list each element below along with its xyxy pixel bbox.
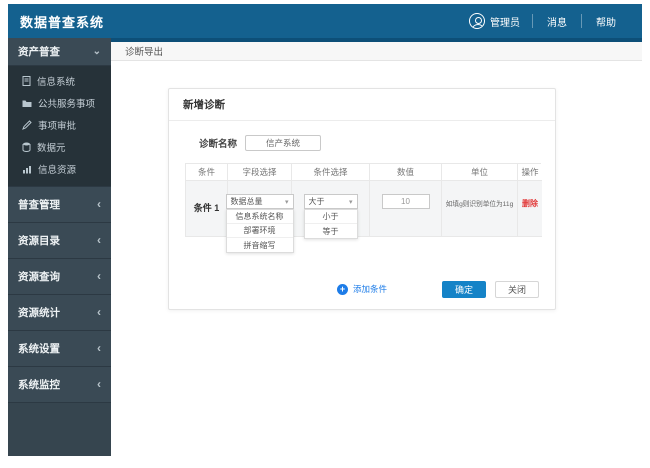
unit-hint-text: 如填g则识别单位为11g bbox=[445, 201, 514, 208]
chevron-left-icon bbox=[97, 378, 101, 391]
dialog-footer: 确定 关闭 bbox=[441, 281, 539, 298]
tab-bar: 诊断导出 bbox=[111, 42, 642, 61]
col-header-action: 操作 bbox=[518, 164, 542, 181]
caret-down-icon bbox=[285, 197, 289, 206]
sidebar-item-label: 公共服务事项 bbox=[38, 99, 96, 110]
chevron-left-icon bbox=[97, 234, 101, 247]
table-row: 条件 1 数据总量 信息系统名称 部署环境 拼音缩写 bbox=[186, 181, 542, 253]
sidebar-section-resource-stats[interactable]: 资源统计 bbox=[8, 295, 111, 331]
sidebar-item-info-system[interactable]: 信息系统 bbox=[8, 70, 111, 92]
user-name-label: 管理员 bbox=[490, 17, 520, 29]
value-input[interactable] bbox=[381, 194, 430, 209]
chevron-left-icon bbox=[97, 198, 101, 211]
condition-option-less-than[interactable]: 小于 bbox=[304, 210, 357, 224]
sidebar-submenu: 信息系统 公共服务事项 事项审批 数据元 信息资源 bbox=[8, 66, 111, 187]
messages-link[interactable]: 消息 bbox=[533, 4, 581, 38]
condition-select-dropdown[interactable]: 大于 bbox=[303, 194, 358, 209]
sidebar-item-data-element[interactable]: 数据元 bbox=[8, 136, 111, 158]
caret-down-icon bbox=[349, 197, 353, 206]
sidebar-section-label: 系统监控 bbox=[18, 379, 60, 391]
main-content: 诊断导出 新增诊断 诊断名称 条件 字段选择 条件选择 数值 单位 操作 bbox=[111, 38, 642, 456]
sidebar-section-label: 普查管理 bbox=[18, 199, 60, 211]
folder-icon bbox=[22, 100, 32, 107]
help-link[interactable]: 帮助 bbox=[582, 4, 630, 38]
header-actions: 管理员 消息 帮助 bbox=[457, 4, 630, 38]
tab-diagnosis-export[interactable]: 诊断导出 bbox=[125, 44, 163, 58]
condition-table: 条件 字段选择 条件选择 数值 单位 操作 条件 1 数据总量 ▾ 信息系统名称… bbox=[185, 163, 542, 253]
sidebar-section-resource-query[interactable]: 资源查询 bbox=[8, 259, 111, 295]
col-header-field-select: 字段选择 bbox=[228, 164, 292, 181]
sidebar-section-label: 资源统计 bbox=[18, 307, 60, 319]
close-button[interactable]: 关闭 bbox=[494, 281, 539, 298]
col-header-condition-select: 条件选择 bbox=[292, 164, 370, 181]
field-select-value: 数据总量 bbox=[230, 197, 263, 206]
edit-icon bbox=[22, 120, 32, 130]
sidebar-item-item-approval[interactable]: 事项审批 bbox=[8, 114, 111, 136]
add-diagnosis-dialog: 新增诊断 诊断名称 条件 字段选择 条件选择 数值 单位 操作 bbox=[168, 88, 556, 310]
sidebar-section-resource-catalog[interactable]: 资源目录 bbox=[8, 223, 111, 259]
col-header-unit: 单位 bbox=[442, 164, 518, 181]
chevron-left-icon bbox=[97, 270, 101, 283]
sidebar-section-label: 资源查询 bbox=[18, 271, 60, 283]
top-header: 数据普查系统 管理员 消息 帮助 bbox=[8, 4, 642, 38]
sidebar-section-label: 资产普查 bbox=[18, 46, 60, 58]
document-icon bbox=[22, 76, 31, 86]
app-title: 数据普查系统 bbox=[20, 14, 105, 30]
table-header-row: 条件 字段选择 条件选择 数值 单位 操作 bbox=[186, 164, 542, 181]
diagnosis-name-label: 诊断名称 bbox=[199, 139, 238, 150]
dialog-title: 新增诊断 bbox=[169, 89, 555, 121]
sidebar-section-census-mgmt[interactable]: 普查管理 bbox=[8, 187, 111, 223]
field-select-options: 信息系统名称 部署环境 拼音缩写 bbox=[225, 209, 294, 253]
database-icon bbox=[22, 142, 31, 152]
chevron-down-icon bbox=[93, 47, 101, 57]
condition-option-equal[interactable]: 等于 bbox=[304, 224, 357, 238]
user-avatar-icon bbox=[469, 13, 485, 29]
field-select-dropdown[interactable]: 数据总量 bbox=[225, 194, 294, 209]
sidebar-item-label: 信息资源 bbox=[38, 165, 77, 176]
sidebar-section-system-settings[interactable]: 系统设置 bbox=[8, 331, 111, 367]
sidebar-section-asset-census[interactable]: 资产普查 bbox=[8, 38, 111, 66]
col-header-value: 数值 bbox=[370, 164, 442, 181]
condition-number-label: 条件 1 bbox=[193, 203, 220, 213]
sidebar-item-public-service[interactable]: 公共服务事项 bbox=[8, 92, 111, 114]
sidebar-item-label: 事项审批 bbox=[38, 121, 77, 132]
field-option-system-name[interactable]: 信息系统名称 bbox=[226, 210, 293, 224]
user-menu[interactable]: 管理员 bbox=[457, 4, 532, 38]
sidebar-item-info-resources[interactable]: 信息资源 bbox=[8, 158, 111, 180]
sidebar-section-label: 资源目录 bbox=[18, 235, 60, 247]
plus-circle-icon: + bbox=[336, 283, 348, 295]
chevron-left-icon bbox=[97, 306, 101, 319]
condition-select-value: 大于 bbox=[308, 197, 325, 206]
app-window: 数据普查系统 管理员 消息 帮助 资产普查 信息系统 bbox=[8, 4, 642, 456]
chevron-left-icon bbox=[97, 342, 101, 355]
sidebar-item-label: 数据元 bbox=[37, 143, 66, 154]
delete-row-button[interactable]: 删除 bbox=[522, 198, 538, 209]
add-condition-button[interactable]: 添加条件 bbox=[353, 283, 387, 295]
col-header-condition: 条件 bbox=[186, 164, 228, 181]
sidebar: 资产普查 信息系统 公共服务事项 事项审批 数据元 bbox=[8, 38, 111, 456]
sidebar-section-label: 系统设置 bbox=[18, 343, 60, 355]
field-option-pinyin-abbr[interactable]: 拼音缩写 bbox=[226, 238, 293, 252]
condition-select-options: 小于 等于 bbox=[303, 209, 358, 239]
chart-icon bbox=[23, 165, 31, 173]
diagnosis-name-input[interactable] bbox=[245, 135, 322, 151]
sidebar-item-label: 信息系统 bbox=[37, 77, 76, 88]
field-option-deploy-env[interactable]: 部署环境 bbox=[226, 224, 293, 238]
sidebar-section-system-monitor[interactable]: 系统监控 bbox=[8, 367, 111, 403]
confirm-button[interactable]: 确定 bbox=[441, 281, 486, 298]
